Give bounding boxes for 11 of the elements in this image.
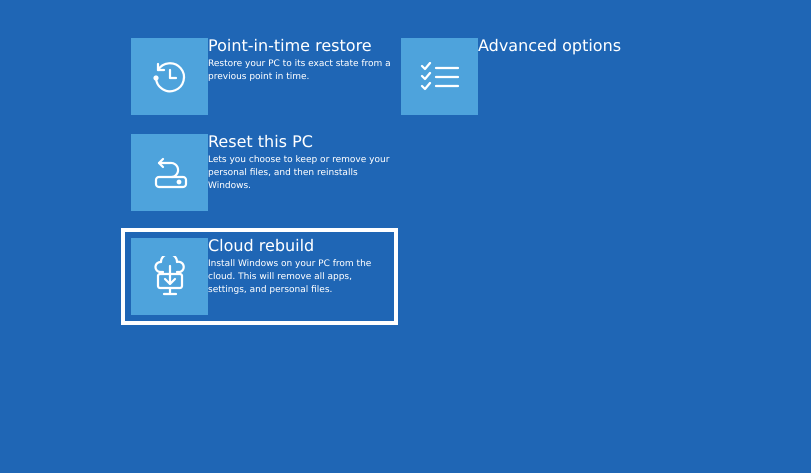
option-title: Advanced options <box>478 36 622 56</box>
option-tile[interactable]: Cloud rebuild Install Windows on your PC from the cloud. This will remove all apps, settings, and personal files. <box>121 228 398 325</box>
option-description: Install Windows on your PC from the cloud. This will remove all apps, settings, and personal files. <box>208 258 372 297</box>
option-tile[interactable]: Reset this PC Lets you choose to keep or remove your personal files, and then reinstalls Windows. <box>121 124 398 221</box>
option-title: Reset this PC <box>208 132 314 152</box>
option-title: Point-in-time restore <box>208 36 373 56</box>
option-description: Restore your PC to its exact state from a previous point in time. <box>208 58 392 84</box>
option-description: Lets you choose to keep or remove your personal files, and then reinstalls Windows. <box>208 154 390 193</box>
checklist-icon <box>420 62 460 92</box>
option-title: Cloud rebuild <box>208 236 316 256</box>
cloud-download-icon <box>152 256 186 298</box>
